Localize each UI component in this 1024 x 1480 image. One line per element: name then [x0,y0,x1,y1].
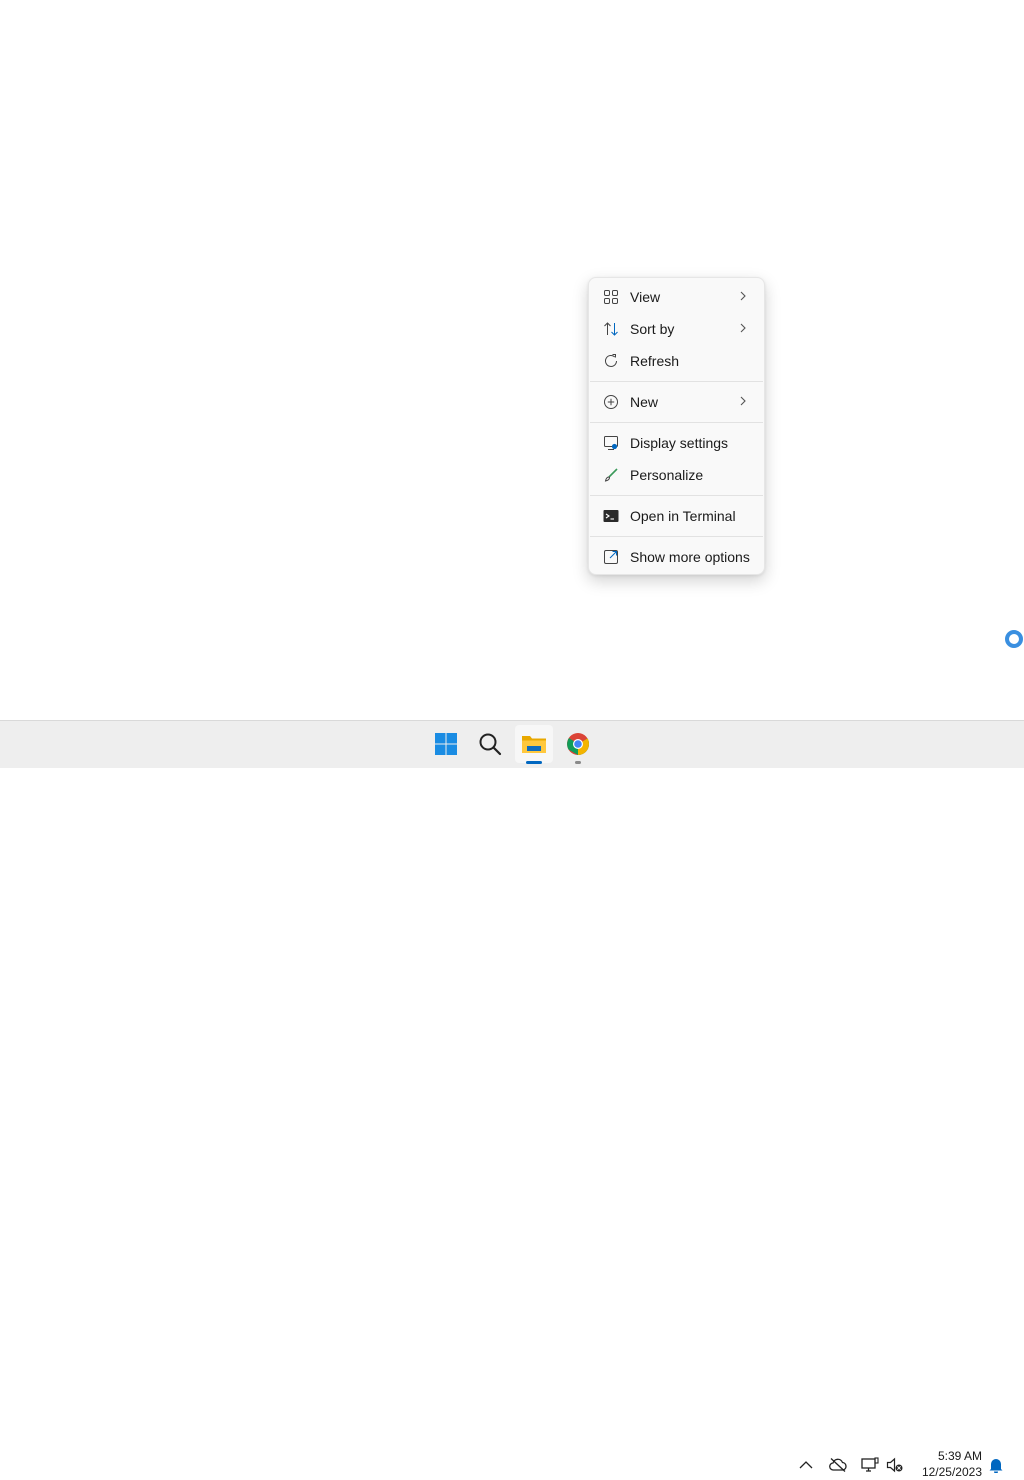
onedrive-tray-button[interactable] [828,1455,848,1475]
view-grid-icon [604,290,618,304]
menu-item-new[interactable]: New [593,386,760,418]
new-plus-icon [604,395,618,409]
busy-cursor-icon [1005,630,1023,648]
menu-item-label: Display settings [630,435,729,451]
menu-separator [590,495,763,496]
menu-item-refresh[interactable]: Refresh [593,345,760,377]
chevron-right-icon [740,396,746,406]
chrome-button[interactable] [559,725,597,764]
menu-item-display-settings[interactable]: Display settings [593,427,760,459]
show-more-options-icon [604,550,618,564]
menu-separator [590,422,763,423]
clock-time: 5:39 AM [937,1449,982,1463]
network-tray-button[interactable] [860,1455,880,1475]
desktop-context-menu: View Sort by Refresh New Display setting… [588,277,765,575]
chevron-up-icon [799,1461,813,1469]
running-app-indicator [575,761,581,764]
chrome-icon [567,733,589,755]
display-settings-icon [604,436,618,450]
menu-item-open-in-terminal[interactable]: Open in Terminal [593,500,760,532]
search-icon [479,733,502,756]
menu-item-label: New [630,394,659,410]
start-button[interactable] [427,725,465,763]
notification-bell-icon [989,1459,1003,1473]
file-explorer-icon [522,736,546,753]
menu-item-label: Refresh [630,353,680,369]
menu-item-view[interactable]: View [593,281,760,313]
volume-tray-button[interactable] [885,1455,905,1475]
search-button[interactable] [471,725,509,763]
clock-date: 12/25/2023 [921,1465,982,1479]
notification-center-button[interactable] [986,1455,1006,1475]
taskbar: 5:39 AM 12/25/2023 [0,720,1024,1479]
menu-item-sort-by[interactable]: Sort by [593,313,760,345]
chevron-right-icon [740,323,746,333]
desktop-background[interactable] [0,0,1024,720]
windows-start-icon [435,733,457,755]
show-hidden-icons-button[interactable] [796,1455,816,1475]
sort-icon [604,322,618,336]
menu-item-label: Personalize [630,467,704,483]
terminal-icon [603,510,619,522]
menu-item-label: Sort by [630,321,675,337]
refresh-icon [605,354,617,367]
menu-item-show-more-options[interactable]: Show more options [593,541,760,573]
taskbar-clock[interactable]: 5:39 AM 12/25/2023 [912,1448,982,1480]
menu-separator [590,381,763,382]
menu-item-label: Show more options [630,549,750,565]
personalize-brush-icon [604,468,618,482]
active-app-indicator [526,761,542,764]
menu-item-label: View [630,289,661,305]
menu-separator [590,536,763,537]
file-explorer-button[interactable] [515,725,553,764]
network-icon [861,1457,879,1472]
menu-item-label: Open in Terminal [630,508,736,524]
onedrive-offline-icon [829,1458,847,1472]
volume-muted-icon [886,1457,903,1473]
menu-item-personalize[interactable]: Personalize [593,459,760,491]
chevron-right-icon [740,291,746,301]
